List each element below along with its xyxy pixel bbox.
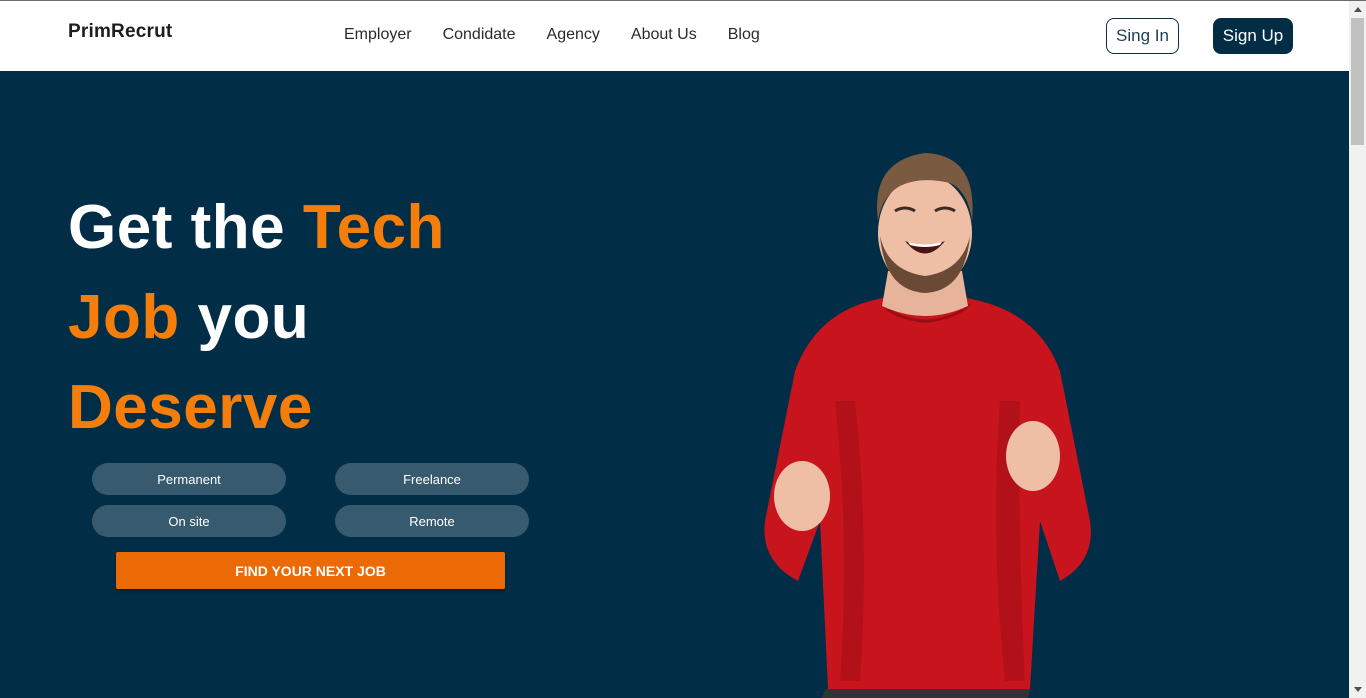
nav-link-about-us[interactable]: About Us xyxy=(631,26,697,44)
scrollbar-thumb[interactable] xyxy=(1351,18,1364,145)
headline-accent-text: Deserve xyxy=(68,373,313,442)
nav-links: Employer Condidate Agency About Us Blog xyxy=(344,26,791,44)
arrow-up-icon[interactable] xyxy=(1349,1,1366,18)
nav-link-blog[interactable]: Blog xyxy=(728,26,760,44)
headline-text: you xyxy=(179,283,310,352)
headline-accent-text: Tech xyxy=(302,193,445,262)
sign-up-button[interactable]: Sign Up xyxy=(1213,18,1293,54)
hero-section: Get the Tech Job you Deserve Permanent F… xyxy=(0,71,1349,698)
filter-on-site-button[interactable]: On site xyxy=(92,505,286,537)
headline-line-2: Job you xyxy=(68,273,445,363)
headline-accent-text: Job xyxy=(68,283,180,352)
headline-line-3: Deserve xyxy=(68,363,445,453)
nav-link-employer[interactable]: Employer xyxy=(344,26,412,44)
find-next-job-button[interactable]: FIND YOUR NEXT JOB xyxy=(116,552,505,589)
hero-headline: Get the Tech Job you Deserve xyxy=(68,183,445,453)
filter-remote-button[interactable]: Remote xyxy=(335,505,529,537)
navbar: PrimRecrut Employer Condidate Agency Abo… xyxy=(0,1,1349,71)
nav-link-agency[interactable]: Agency xyxy=(547,26,600,44)
nav-link-candidate[interactable]: Condidate xyxy=(443,26,516,44)
sign-in-button[interactable]: Sing In xyxy=(1106,18,1179,54)
filter-permanent-button[interactable]: Permanent xyxy=(92,463,286,495)
excited-man-photo xyxy=(764,153,1091,698)
filter-freelance-button[interactable]: Freelance xyxy=(335,463,529,495)
headline-line-1: Get the Tech xyxy=(68,183,445,273)
headline-text: Get the xyxy=(68,193,303,262)
arrow-down-icon[interactable] xyxy=(1349,681,1366,698)
vertical-scrollbar[interactable] xyxy=(1349,1,1366,698)
logo[interactable]: PrimRecrut xyxy=(68,21,172,43)
